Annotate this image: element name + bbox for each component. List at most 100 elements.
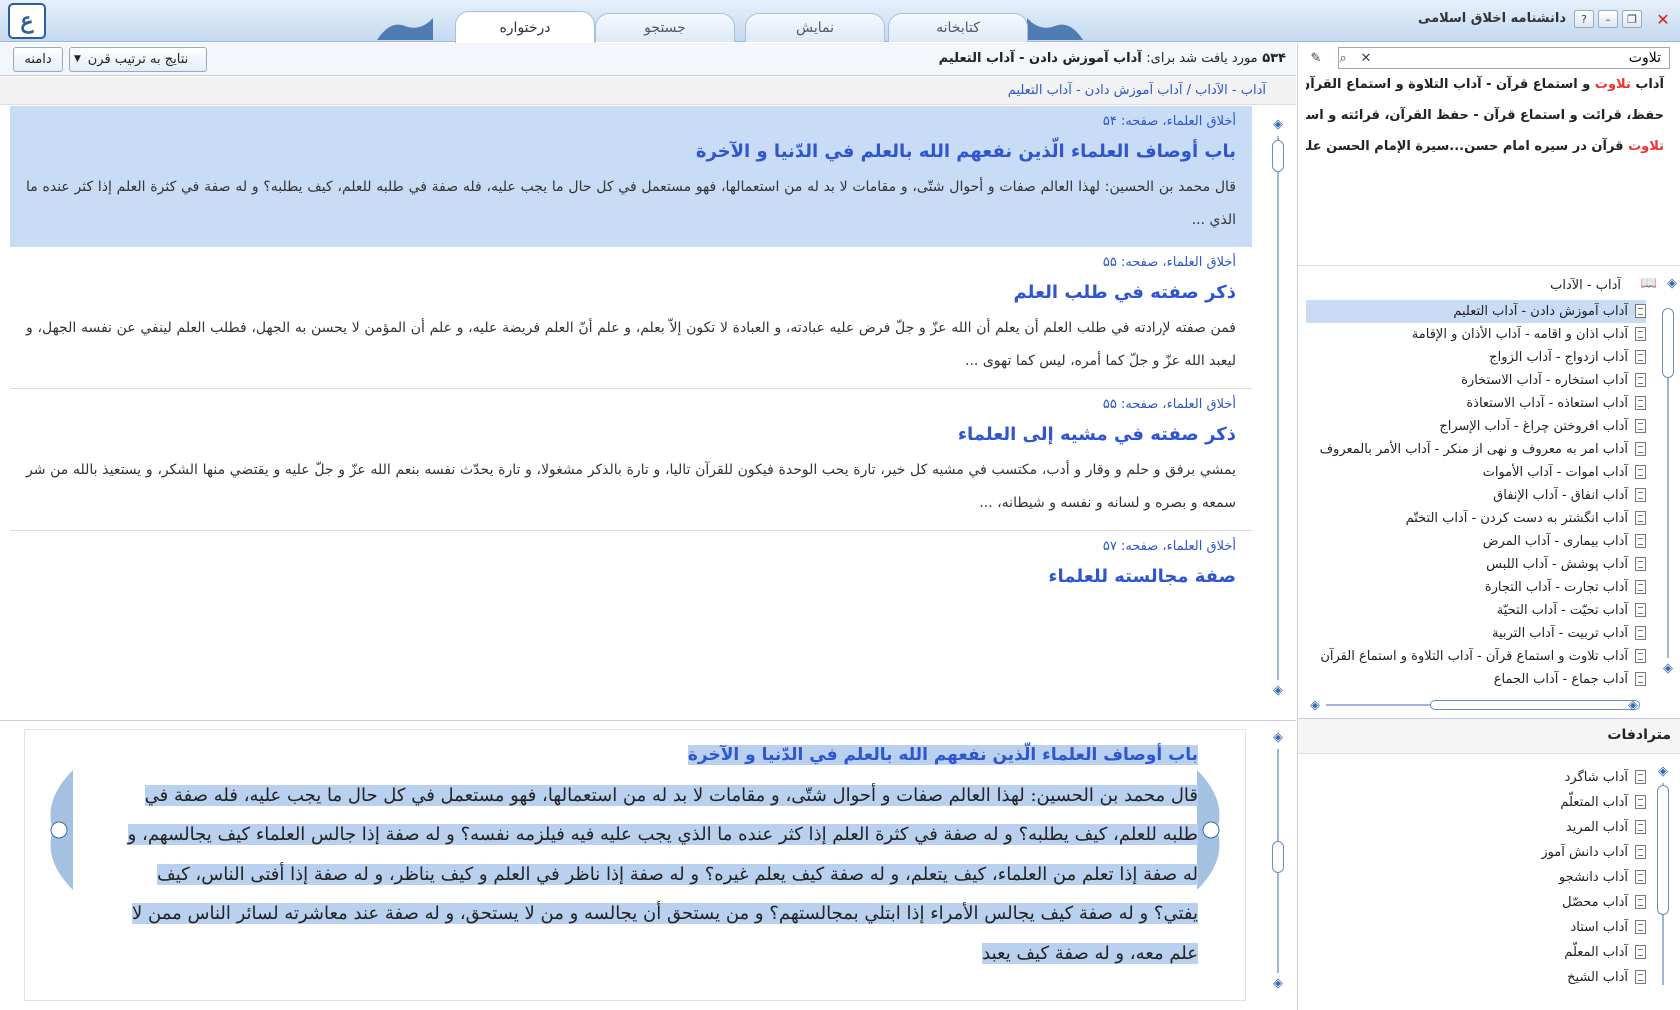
sort-dropdown[interactable]: نتایج به ترتیب قرن ▼ (69, 47, 207, 72)
scroll-thumb[interactable] (1662, 308, 1674, 378)
tab-library[interactable]: کتابخانه (888, 13, 1028, 42)
results-list[interactable]: أخلاق العلماء، صفحه: ۵۴ باب أوصاف العلما… (0, 106, 1262, 703)
result-source[interactable]: أخلاق العلماء، صفحه: ۵۷ (26, 539, 1236, 554)
result-card[interactable]: أخلاق العلماء، صفحه: ۵۵ ذكر صفته في طلب … (10, 247, 1252, 389)
tree-item[interactable]: آداب بیماری - آداب المرض (1306, 530, 1646, 553)
result-title[interactable]: باب أوصاف العلماء الّذين نفعهم الله بالع… (26, 141, 1236, 162)
tree-item[interactable]: آداب آموزش دادن - آداب التعليم (1306, 300, 1646, 323)
suggestion-item[interactable]: تلاوت قرآن در سیره امام حسن...سيرة الإما… (1306, 133, 1678, 164)
detail-text[interactable]: باب أوصاف العلماء الّذين نفعهم الله بالع… (120, 735, 1198, 973)
tree-item[interactable]: آداب امر به معروف و نهی از منکر - آداب ا… (1306, 438, 1646, 461)
scroll-thumb[interactable] (1272, 841, 1284, 873)
tab-search[interactable]: جستجو (595, 13, 735, 42)
close-icon: ✕ (1360, 50, 1372, 66)
scroll-down-icon[interactable]: ◈ (1661, 662, 1675, 676)
tree-item[interactable]: آداب اموات - آداب الأموات (1306, 461, 1646, 484)
scroll-thumb[interactable] (1430, 700, 1640, 710)
tree-scrollbar[interactable]: ◈ (1661, 298, 1675, 676)
tree-hscrollbar[interactable]: ◈ ◈ (1310, 698, 1640, 713)
result-card[interactable]: أخلاق العلماء، صفحه: ۵۷ صفة مجالسته للعل… (10, 531, 1252, 606)
tree-scroll-up-icon[interactable]: ◈ (1667, 276, 1677, 291)
tree-item[interactable]: آداب انگشتر به دست کردن - آداب التختّم (1306, 507, 1646, 530)
results-scrollbar[interactable]: ◈ ◈ (1271, 118, 1285, 698)
tree-item[interactable]: آداب ازدواج - آداب الزواج (1306, 346, 1646, 369)
tree-item-label: آداب تلاوت و استماع قرآن - آداب التلاوة … (1320, 649, 1628, 664)
synonym-item[interactable]: آداب المتعلّم (1306, 790, 1646, 815)
tree-root[interactable]: آداب - الآداب (1550, 278, 1621, 293)
tree-item[interactable]: آداب تربیت - آداب التربية (1306, 622, 1646, 645)
synonym-item[interactable]: آداب المعلّم (1306, 940, 1646, 965)
minimize-button[interactable]: – (1598, 10, 1618, 28)
result-source[interactable]: أخلاق العلماء، صفحه: ۵۵ (26, 397, 1236, 412)
document-icon (1635, 945, 1646, 959)
result-card[interactable]: أخلاق العلماء، صفحه: ۵۴ باب أوصاف العلما… (10, 106, 1252, 247)
synonym-item[interactable]: آداب شاگرد (1306, 765, 1646, 790)
result-source[interactable]: أخلاق العلماء، صفحه: ۵۵ (26, 255, 1236, 270)
tree-item[interactable]: آداب تحیّت - آداب التحيّة (1306, 599, 1646, 622)
scroll-up-icon[interactable]: ◈ (1656, 765, 1670, 779)
synonym-item[interactable]: آداب محصّل (1306, 890, 1646, 915)
scroll-up-icon[interactable]: ◈ (1271, 731, 1285, 745)
synonym-item[interactable]: آداب دانشجو (1306, 865, 1646, 890)
scroll-down-icon[interactable]: ◈ (1271, 684, 1285, 698)
scope-button[interactable]: دامنه (13, 47, 63, 72)
tree-item[interactable]: آداب اذان و اقامه - آداب الأذان و الإقام… (1306, 323, 1646, 346)
scroll-right-icon[interactable]: ◈ (1628, 698, 1638, 713)
scroll-thumb[interactable] (1657, 785, 1669, 915)
tree-item[interactable]: آداب تلاوت و استماع قرآن - آداب التلاوة … (1306, 645, 1646, 668)
help-button[interactable]: ? (1574, 10, 1594, 28)
scroll-down-icon[interactable]: ◈ (1271, 977, 1285, 991)
tree-item[interactable]: آداب استعاذه - آداب الاستعاذة (1306, 392, 1646, 415)
clear-search-button[interactable]: ✕ (1356, 49, 1376, 67)
synonym-item[interactable]: آداب استاد (1306, 915, 1646, 940)
tree-item[interactable]: آداب استخاره - آداب الاستخارة (1306, 369, 1646, 392)
app-title: دانشنامه اخلاق اسلامی (1417, 11, 1566, 26)
document-icon (1635, 534, 1646, 548)
result-card[interactable]: أخلاق العلماء، صفحه: ۵۵ ذكر صفته في مشيه… (10, 389, 1252, 531)
restore-button[interactable]: ❐ (1622, 10, 1642, 28)
document-icon (1635, 895, 1646, 909)
close-button[interactable]: ✕ (1652, 8, 1674, 30)
search-options-button[interactable]: ✎ (1306, 49, 1326, 67)
suggestion-item[interactable]: آداب تلاوت و استماع قرآن - آداب التلاوة … (1306, 71, 1678, 102)
suggestion-item[interactable]: حفظ، قرائت و استماع قرآن - حفظ القرآن، ق… (1306, 102, 1678, 133)
result-query: آداب آموزش دادن - آداب التعليم (938, 51, 1142, 66)
tree-item-label: آداب جماع - آداب الجماع (1493, 672, 1628, 687)
search-button[interactable]: ⌕ (1333, 49, 1353, 67)
tree-item-label: آداب بیماری - آداب المرض (1482, 534, 1628, 549)
synonym-item[interactable]: آداب المريد (1306, 815, 1646, 840)
tree-pane: ◈ 📖 آداب - الآداب آداب آموزش دادن - آداب… (1298, 265, 1680, 705)
document-icon (1635, 373, 1646, 387)
tree-item[interactable]: آداب تجارت - آداب التجارة (1306, 576, 1646, 599)
minimize-icon: – (1605, 12, 1611, 26)
tab-tree[interactable]: درختواره (455, 11, 595, 43)
synonym-item[interactable]: آداب دانش آموز (1306, 840, 1646, 865)
tree-item[interactable]: آداب جماع - آداب الجماع (1306, 668, 1646, 691)
search-input[interactable] (1338, 47, 1670, 69)
tree-item-label: آداب امر به معروف و نهی از منکر - آداب ا… (1319, 442, 1628, 457)
scroll-left-icon[interactable]: ◈ (1310, 698, 1320, 713)
tree-item[interactable]: آداب پوشش - آداب اللبس (1306, 553, 1646, 576)
scroll-thumb[interactable] (1272, 140, 1284, 172)
detail-scrollbar[interactable]: ◈ ◈ (1271, 731, 1285, 991)
tab-display[interactable]: نمایش (745, 13, 885, 42)
document-icon (1635, 845, 1646, 859)
scroll-up-icon[interactable]: ◈ (1271, 118, 1285, 132)
detail-pane: باب أوصاف العلماء الّذين نفعهم الله بالع… (0, 720, 1296, 1010)
result-title[interactable]: ذكر صفته في طلب العلم (26, 282, 1237, 303)
result-title[interactable]: صفة مجالسته للعلماء (26, 566, 1236, 587)
result-source[interactable]: أخلاق العلماء، صفحه: ۵۴ (26, 114, 1236, 129)
synonyms-scrollbar[interactable]: ◈ (1656, 765, 1670, 1003)
book-icon: 📖 (1640, 276, 1657, 291)
question-icon: ? (1581, 12, 1587, 26)
detail-body: قال محمد بن الحسين: لهذا العالم صفات و أ… (127, 784, 1198, 964)
tree-item-label: آداب پوشش - آداب اللبس (1486, 557, 1628, 572)
tree-item-label: آداب اذان و اقامه - آداب الأذان و الإقام… (1411, 327, 1628, 342)
tree-item-label: آداب افروختن چراغ - آداب الإسراج (1439, 419, 1628, 434)
result-title[interactable]: ذكر صفته في مشيه إلى العلماء (26, 424, 1236, 445)
breadcrumb[interactable]: آداب - الآداب / آداب آموزش دادن - آداب ا… (1008, 83, 1266, 98)
tree-item[interactable]: آداب افروختن چراغ - آداب الإسراج (1306, 415, 1646, 438)
tree-item[interactable]: آداب انفاق - آداب الإنفاق (1306, 484, 1646, 507)
synonym-item[interactable]: آداب الشيخ (1306, 965, 1646, 990)
suggestion-highlight: تلاوت (1628, 139, 1664, 154)
